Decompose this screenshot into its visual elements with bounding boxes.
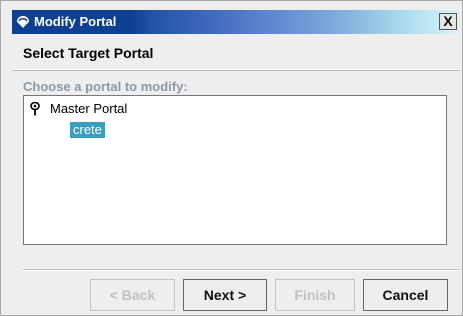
app-logo-icon xyxy=(16,15,30,29)
portal-tree[interactable]: Master Portal crete xyxy=(23,95,447,245)
cancel-button[interactable]: Cancel xyxy=(363,279,448,311)
tree-node-label: Master Portal xyxy=(50,101,128,116)
close-button[interactable]: X xyxy=(439,13,457,30)
pin-icon xyxy=(30,101,40,116)
back-button[interactable]: < Back xyxy=(90,279,175,311)
footer-divider xyxy=(23,269,459,271)
close-icon: X xyxy=(443,13,453,29)
finish-button[interactable]: Finish xyxy=(275,279,355,311)
tree-prompt-label: Choose a portal to modify: xyxy=(23,79,188,94)
title-bar[interactable]: Modify Portal X xyxy=(12,10,460,34)
modify-portal-dialog: Modify Portal X Select Target Portal Cho… xyxy=(0,0,463,316)
page-title: Select Target Portal xyxy=(23,45,154,61)
tree-node-crete[interactable]: crete xyxy=(70,122,105,138)
next-button[interactable]: Next > xyxy=(183,279,267,311)
header-divider xyxy=(12,69,460,71)
window-title: Modify Portal xyxy=(34,14,117,29)
